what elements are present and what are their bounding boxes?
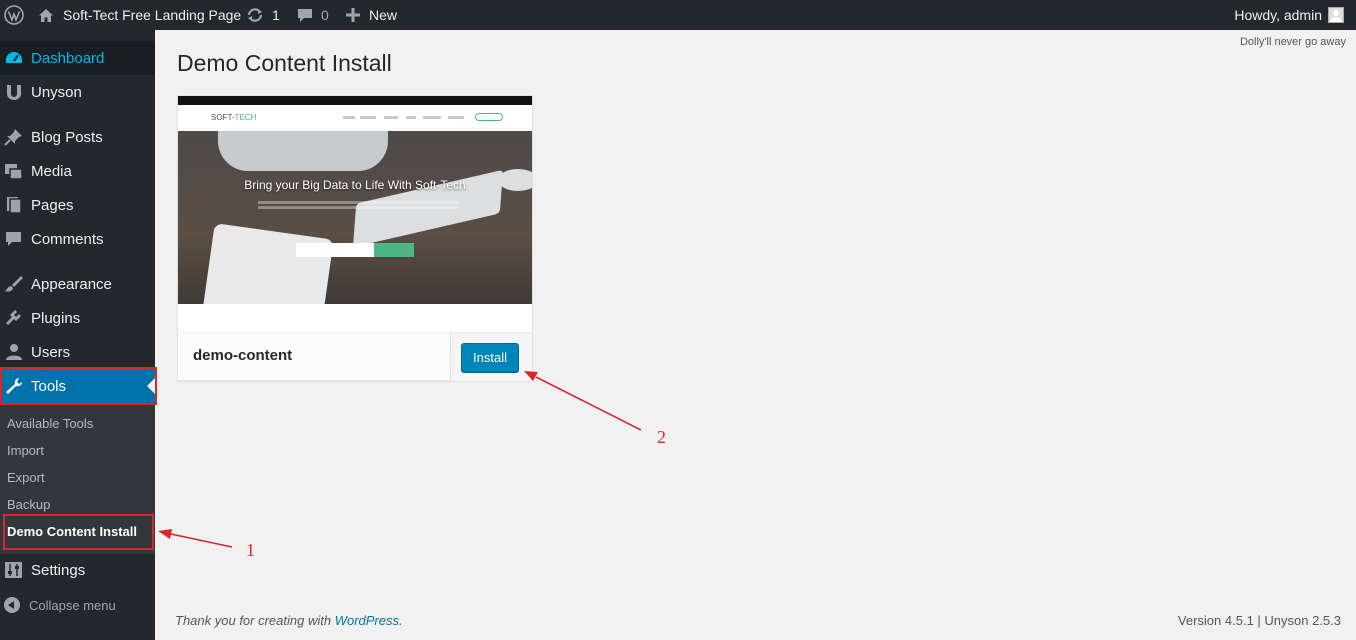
brush-icon bbox=[4, 275, 24, 293]
screenshot-menu-link bbox=[448, 116, 464, 119]
comments-count: 0 bbox=[321, 7, 329, 23]
collapse-label: Collapse menu bbox=[29, 597, 116, 613]
greeting: Howdy, admin bbox=[1234, 7, 1322, 23]
submenu-available-tools[interactable]: Available Tools bbox=[7, 414, 93, 434]
user-icon bbox=[4, 343, 24, 361]
menu-label: Comments bbox=[31, 230, 104, 248]
menu-item-appearance[interactable]: Appearance bbox=[0, 267, 155, 301]
site-name: Soft-Tect Free Landing Page bbox=[63, 7, 242, 23]
footer-thankyou: Thank you for creating with WordPress. bbox=[175, 613, 403, 628]
plus-icon bbox=[346, 8, 360, 22]
screenshot-monitor bbox=[218, 131, 388, 171]
pin-icon bbox=[4, 128, 24, 146]
menu-item-settings[interactable]: Settings bbox=[0, 553, 155, 587]
comment-icon bbox=[4, 230, 24, 248]
menu-item-media[interactable]: Media bbox=[0, 154, 155, 188]
screenshot-topbar bbox=[178, 96, 532, 105]
admin-bar: Soft-Tect Free Landing Page 1 0 New Howd… bbox=[0, 0, 1356, 30]
menu-label: Media bbox=[31, 162, 72, 180]
avatar bbox=[1328, 7, 1344, 23]
menu-label: Blog Posts bbox=[31, 128, 103, 146]
menu-item-plugins[interactable]: Plugins bbox=[0, 301, 155, 335]
screenshot-submit-button bbox=[374, 243, 414, 257]
submenu-export[interactable]: Export bbox=[7, 468, 45, 488]
theme-name: demo-content bbox=[193, 347, 293, 364]
media-icon bbox=[4, 162, 24, 180]
menu-label: Unyson bbox=[31, 83, 82, 101]
dolly-text: Dolly'll never go away bbox=[1239, 36, 1346, 48]
screenshot-subtext bbox=[258, 201, 458, 204]
menu-item-comments[interactable]: Comments bbox=[0, 222, 155, 256]
comment-icon bbox=[297, 8, 313, 23]
theme-screenshot: SOFT-TECH Bring your Big Data to Life Wi… bbox=[178, 96, 532, 304]
updates-icon bbox=[246, 7, 264, 23]
arrow-2-line bbox=[535, 376, 642, 431]
annotation-number-1: 1 bbox=[246, 540, 255, 560]
new-content-link[interactable]: New bbox=[346, 0, 397, 30]
updates-link[interactable]: 1 bbox=[246, 0, 280, 30]
menu-label: Appearance bbox=[31, 275, 112, 293]
menu-label: Plugins bbox=[31, 309, 81, 327]
footer-thanks-text: Thank you for creating with bbox=[175, 613, 335, 628]
screenshot-menu-link bbox=[360, 116, 376, 119]
demo-theme-card[interactable]: SOFT-TECH Bring your Big Data to Life Wi… bbox=[177, 95, 533, 381]
menu-item-dashboard[interactable]: Dashboard bbox=[0, 41, 155, 75]
footer-period: . bbox=[399, 613, 403, 628]
theme-card-footer: demo-content Install bbox=[178, 332, 532, 381]
screenshot-hero: Bring your Big Data to Life With Soft-Te… bbox=[178, 131, 532, 304]
my-account-link[interactable]: Howdy, admin bbox=[1234, 0, 1344, 30]
menu-item-blog-posts[interactable]: Blog Posts bbox=[0, 120, 155, 154]
screenshot-menu-link bbox=[343, 116, 355, 119]
menu-label: Users bbox=[31, 343, 71, 361]
screenshot-menu-link bbox=[384, 116, 398, 119]
settings-icon bbox=[4, 561, 24, 579]
screenshot-tablet bbox=[202, 223, 334, 304]
screenshot-headline: Bring your Big Data to Life With Soft-Te… bbox=[244, 178, 466, 192]
pages-icon bbox=[4, 196, 24, 214]
screenshot-menu-link bbox=[423, 116, 441, 119]
menu-item-users[interactable]: Users bbox=[0, 335, 155, 369]
arrow-1-line bbox=[170, 533, 233, 548]
menu-label: Pages bbox=[31, 196, 74, 214]
demo-content-highlight-box bbox=[3, 514, 154, 550]
menu-label: Settings bbox=[31, 561, 86, 579]
submenu-backup[interactable]: Backup bbox=[7, 495, 50, 515]
unyson-icon bbox=[4, 83, 24, 101]
wordpress-link[interactable]: WordPress bbox=[335, 613, 399, 628]
annotation-number-2: 2 bbox=[657, 427, 666, 447]
screenshot-nav-button bbox=[475, 113, 503, 121]
menu-item-pages[interactable]: Pages bbox=[0, 188, 155, 222]
arrow-1-head bbox=[158, 529, 172, 539]
screenshot-navbar: SOFT-TECH bbox=[178, 105, 532, 131]
page-title: Demo Content Install bbox=[177, 50, 392, 76]
theme-actions: Install bbox=[450, 333, 532, 381]
site-name-link[interactable]: Soft-Tect Free Landing Page bbox=[38, 0, 241, 30]
footer-version: Version 4.5.1 | Unyson 2.5.3 bbox=[1177, 613, 1341, 628]
menu-item-unyson[interactable]: Unyson bbox=[0, 75, 155, 109]
dashboard-icon bbox=[4, 49, 24, 67]
wordpress-logo-icon[interactable] bbox=[4, 0, 24, 30]
screenshot-menu-link bbox=[406, 116, 416, 119]
screenshot-logo: SOFT-TECH bbox=[211, 113, 257, 122]
collapse-arrow-icon bbox=[4, 597, 20, 613]
collapse-menu-button[interactable]: Collapse menu bbox=[0, 592, 155, 618]
comments-link[interactable]: 0 bbox=[297, 0, 329, 30]
updates-count: 1 bbox=[272, 7, 280, 23]
new-label: New bbox=[369, 7, 398, 23]
submenu-import[interactable]: Import bbox=[7, 441, 44, 461]
plugin-icon bbox=[4, 309, 24, 327]
tools-highlight-box bbox=[0, 367, 157, 405]
install-button[interactable]: Install bbox=[461, 343, 519, 372]
screenshot-email-input bbox=[296, 243, 374, 257]
menu-label: Dashboard bbox=[31, 49, 105, 67]
home-icon bbox=[38, 8, 54, 23]
